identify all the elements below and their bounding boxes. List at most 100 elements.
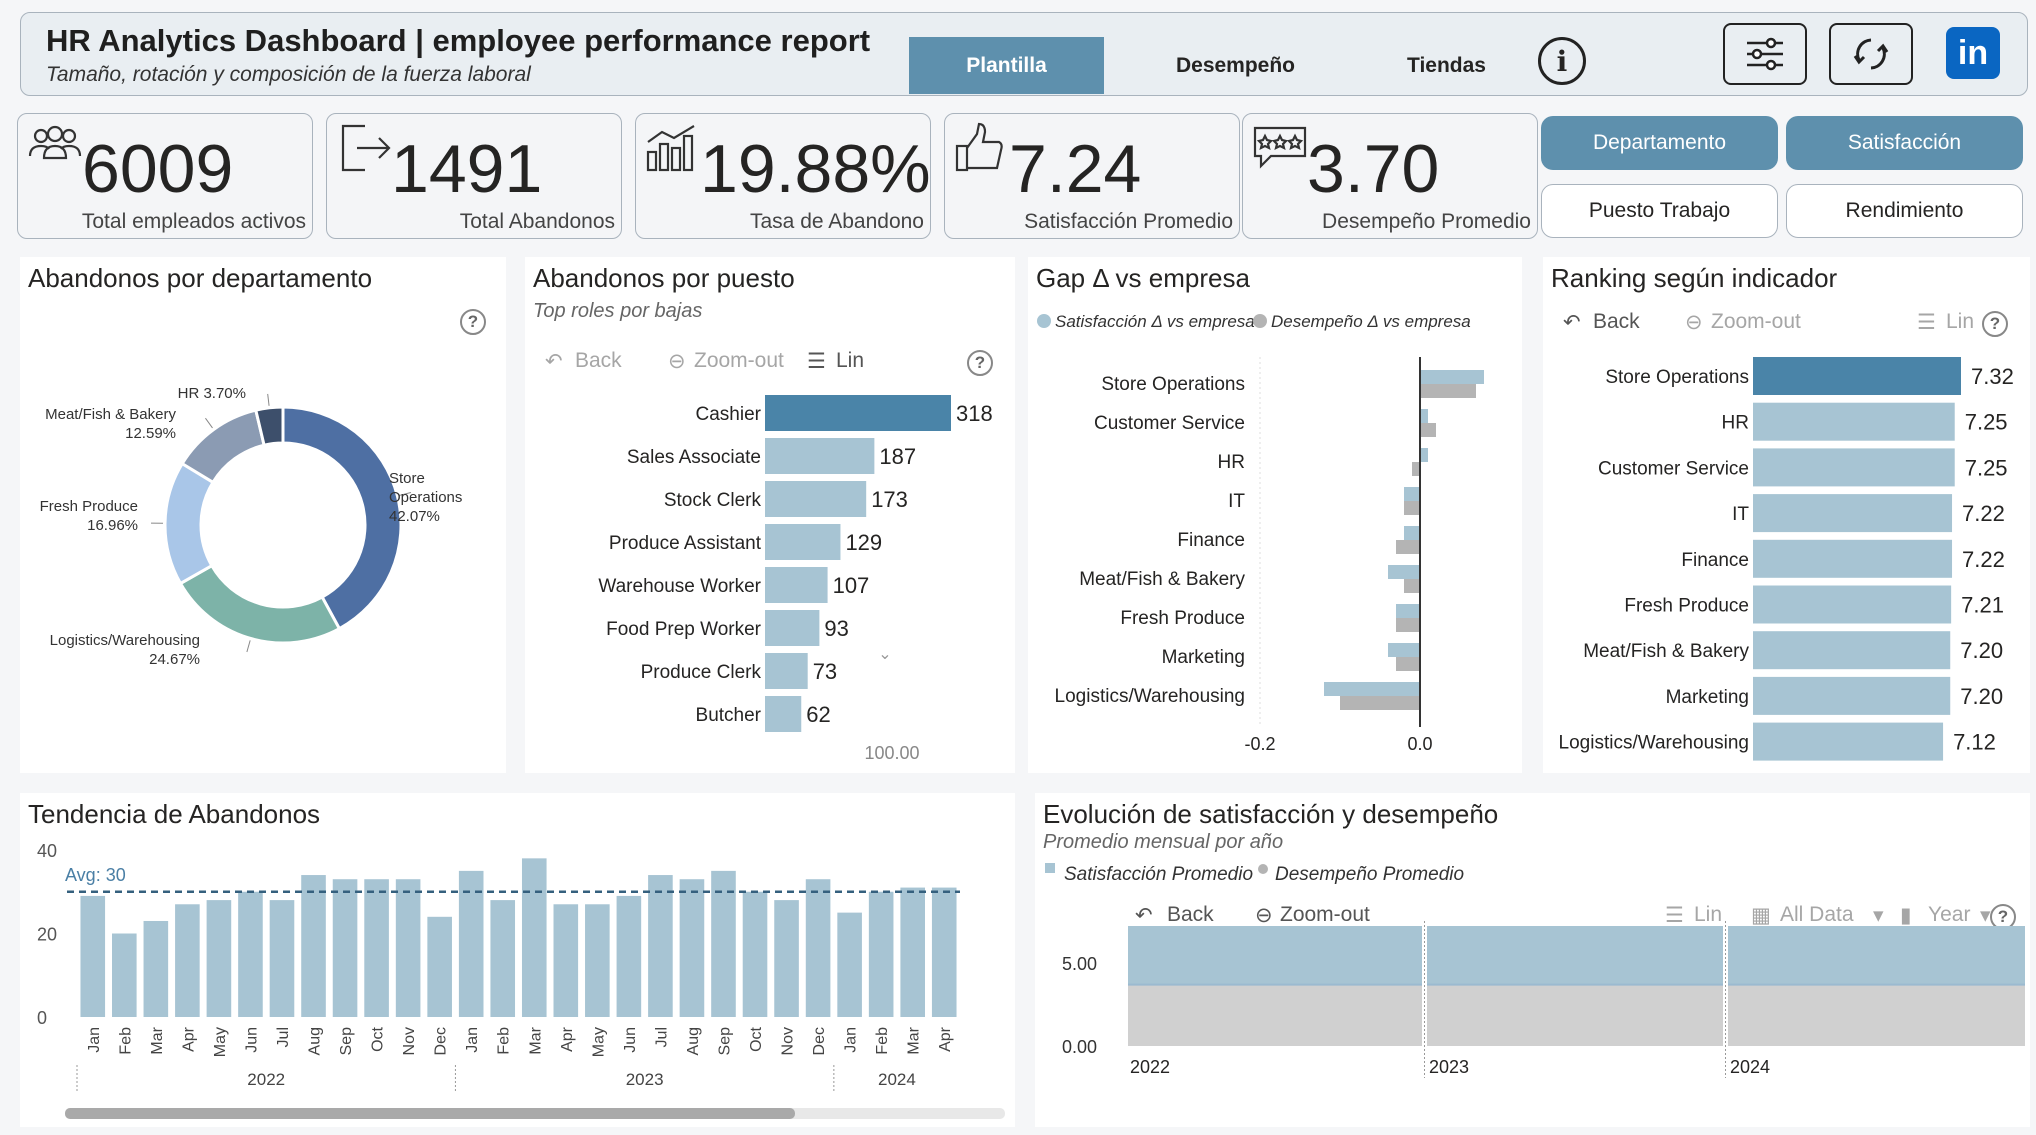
axis-tick-label: Jul: [653, 1027, 670, 1047]
bar: [1340, 696, 1420, 710]
kpi-label: Satisfacción Promedio: [1024, 210, 1233, 233]
page-subtitle: Tamaño, rotación y composición de la fue…: [46, 63, 531, 86]
tab-tiendas[interactable]: Tiendas: [1349, 37, 1544, 94]
bar: [585, 904, 610, 1017]
filter-button-puesto-trabajo[interactable]: Puesto Trabajo: [1541, 184, 1778, 238]
donut-data-label: Logistics/Warehousing: [50, 632, 200, 649]
tab-plantilla[interactable]: Plantilla: [909, 37, 1104, 94]
donut-data-label: Operations: [389, 489, 462, 506]
bar: [765, 524, 841, 560]
kpi-card-desempeno: 3.70 Desempeño Promedio: [1242, 113, 1538, 239]
bar: [1420, 423, 1436, 437]
axis-tick-label: Feb: [496, 1027, 513, 1055]
axis-year-label: 2024: [878, 1070, 916, 1089]
axis-tick-label: Dec: [433, 1027, 450, 1055]
bar-data-label: 7.20: [1960, 684, 2003, 709]
bar: [364, 879, 389, 1017]
tab-desempeno[interactable]: Desempeño: [1138, 37, 1333, 94]
horizontal-scrollbar-thumb: [65, 1108, 795, 1119]
bar: [742, 891, 768, 1017]
axis-year-label: 2022: [247, 1070, 285, 1089]
sliders-icon: [1747, 37, 1783, 71]
bar-category-label: Fresh Produce: [1120, 608, 1245, 629]
kpi-card-empleados: 6009 Total empleados activos: [17, 113, 313, 239]
axis-tick-label: 2024: [1730, 1057, 1770, 1077]
axis-tick-label: May: [590, 1027, 607, 1057]
panel-tendencia: Tendencia de Abandonos 0 20 40 Jan Feb Mar Apr…: [20, 793, 1015, 1127]
donut-data-label: 16.96%: [87, 517, 138, 534]
bar-category-label: Fresh Produce: [1624, 596, 1749, 617]
bar-data-label: 93: [824, 616, 848, 641]
bar: [1404, 579, 1420, 593]
axis-tick-label: May: [212, 1027, 229, 1057]
exit-icon: [341, 124, 391, 172]
bar: [175, 904, 200, 1017]
linkedin-icon[interactable]: in: [1946, 27, 2000, 79]
bar: [1753, 402, 1955, 441]
bar-chart-tendencia: 0 20 40 Jan Feb Mar Apr May Jun Jul Aug Sep Oct Nov De…: [37, 841, 1005, 1119]
bar-category-label: Butcher: [696, 705, 762, 726]
axis-tick-label: Jun: [243, 1027, 260, 1053]
bar: [1753, 585, 1952, 624]
bar: [774, 900, 799, 1017]
bar: [900, 887, 925, 1017]
bar-category-label: Logistics/Warehousing: [1559, 733, 1749, 754]
bar-data-label: 129: [845, 530, 882, 555]
axis-tick-label: Jan: [843, 1027, 860, 1053]
refresh-icon: [1853, 38, 1889, 70]
rating-stars-icon: [1253, 126, 1307, 169]
axis-tick-label: 100.00: [864, 743, 919, 763]
axis-tick-label: Apr: [180, 1026, 197, 1052]
filter-settings-button[interactable]: [1723, 23, 1807, 85]
bar: [490, 900, 516, 1017]
axis-tick-label: Sep: [338, 1027, 355, 1056]
bar: [1753, 631, 1951, 670]
kpi-value: 6009: [82, 131, 234, 207]
bar-data-label: 7.12: [1953, 730, 1996, 755]
donut-slice: [281, 405, 403, 631]
bar: [765, 438, 875, 474]
panel-abandonos-departamento: Abandonos por departamento ? Store Operat…: [20, 257, 506, 773]
filter-button-rendimiento[interactable]: Rendimiento: [1786, 184, 2023, 238]
bar: [1753, 494, 1953, 533]
axis-tick-label: Dec: [811, 1027, 828, 1055]
bar-category-label: Customer Service: [1094, 413, 1245, 434]
kpi-value: 3.70: [1307, 131, 1440, 207]
area-chart-evolucion: Satisfacción Promedio Desempeño Promedio 5…: [1045, 863, 2025, 1078]
legend-label: Satisfacción Promedio: [1064, 864, 1253, 885]
donut-leader-line: [267, 393, 270, 406]
page-title: HR Analytics Dashboard | employee perfor…: [46, 23, 871, 58]
donut-slice: [180, 408, 266, 485]
header-bar: HR Analytics Dashboard | employee perfor…: [20, 12, 2028, 96]
axis-year-label: 2023: [626, 1070, 664, 1089]
bar: [1412, 462, 1420, 476]
donut-leader-line: [246, 640, 251, 653]
axis-tick-label: Apr: [937, 1026, 954, 1052]
bar: [1753, 357, 1961, 395]
donut-data-label: 12.59%: [125, 425, 176, 442]
filter-button-departamento[interactable]: Departamento: [1541, 116, 1778, 170]
axis-tick-label: Jun: [622, 1027, 639, 1053]
kpi-value: 19.88%: [700, 131, 931, 207]
bar: [112, 933, 137, 1017]
area-desempeno: [1427, 984, 1723, 1046]
legend-marker: [1045, 863, 1055, 873]
bar-data-label: 7.22: [1962, 547, 2005, 572]
info-icon[interactable]: i: [1538, 37, 1586, 85]
filter-button-satisfaccion[interactable]: Satisfacción: [1786, 116, 2023, 170]
bar: [679, 879, 705, 1017]
refresh-button[interactable]: [1829, 23, 1913, 85]
bar: [301, 875, 326, 1017]
axis-tick-label: 0.0: [1407, 734, 1432, 754]
bar-category-label: Meat/Fish & Bakery: [1079, 569, 1245, 590]
bar: [1404, 501, 1420, 515]
bar: [1420, 409, 1428, 423]
bar-data-label: 7.25: [1965, 455, 2008, 480]
axis-tick-label: 0: [37, 1008, 47, 1028]
bar: [1324, 682, 1420, 696]
bar: [395, 879, 421, 1017]
axis-tick-label: Mar: [527, 1026, 544, 1054]
bar: [1420, 384, 1476, 398]
bar: [1396, 657, 1420, 671]
bar: [143, 920, 169, 1017]
